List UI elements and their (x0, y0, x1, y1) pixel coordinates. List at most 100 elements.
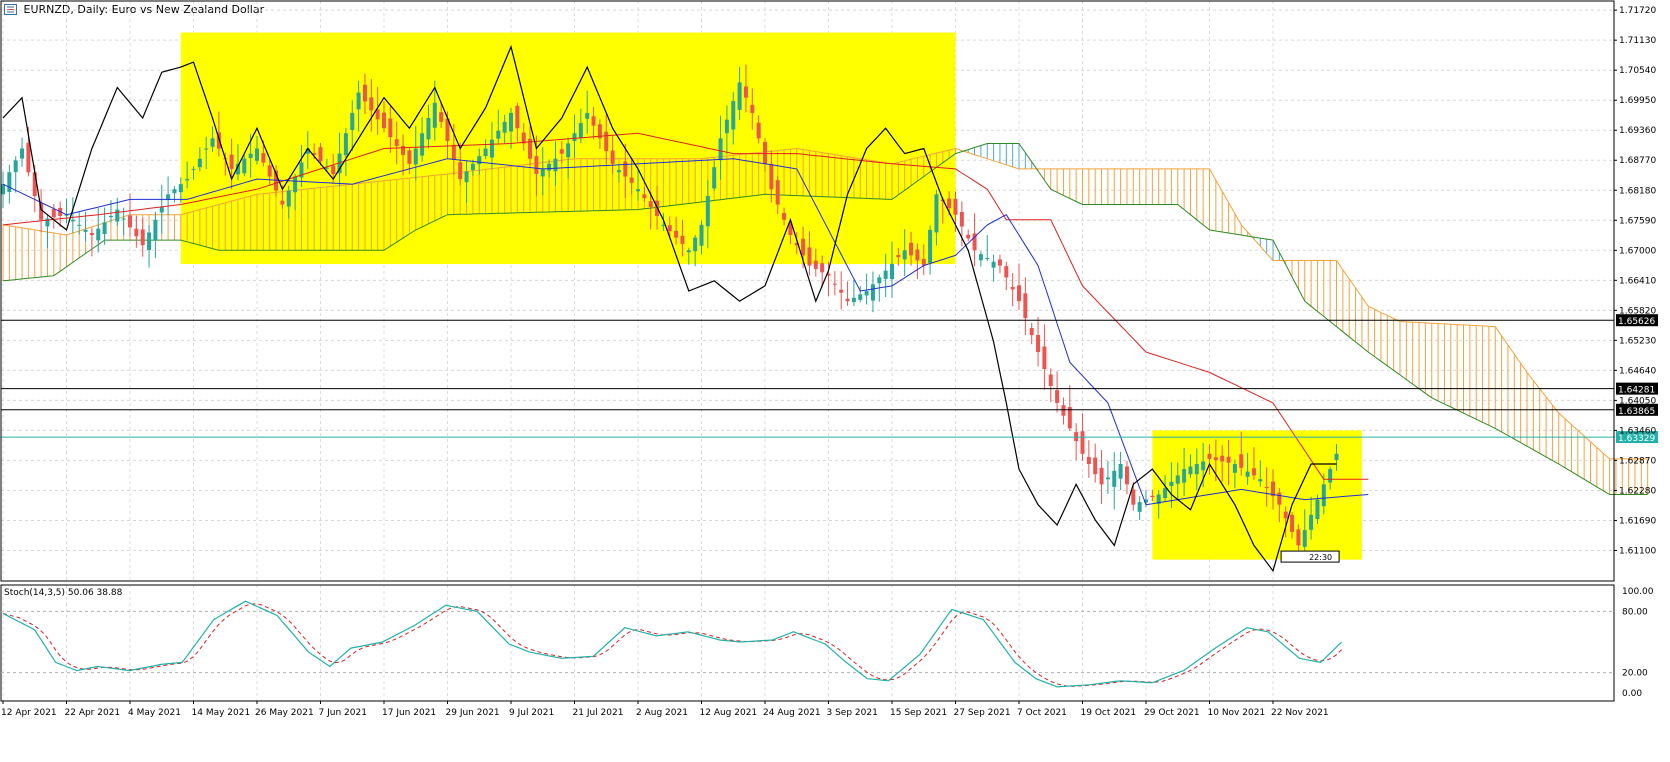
candle-body (1201, 461, 1206, 471)
candle-body (566, 143, 571, 158)
candle-body (870, 284, 875, 301)
candle-body (1131, 489, 1136, 505)
candle-body (667, 225, 672, 232)
candle-body (1264, 486, 1269, 488)
date-tick-label: 29 Oct 2021 (1144, 708, 1200, 718)
date-tick-label: 27 Sep 2021 (954, 708, 1011, 718)
candle-body (369, 97, 374, 111)
candle-body (1042, 346, 1047, 370)
candle-body (280, 200, 285, 205)
stoch-tick-label: 0.00 (1622, 689, 1642, 699)
candle-body (267, 165, 272, 177)
date-tick-label: 26 May 2021 (255, 708, 314, 718)
candle-body (1137, 502, 1142, 512)
candle-body (134, 228, 139, 237)
candle-body (991, 261, 996, 268)
candle-body (699, 224, 704, 246)
candle-body (382, 112, 386, 129)
candle-body (953, 198, 958, 215)
candle-body (680, 235, 685, 244)
candle-body (1245, 471, 1250, 477)
candle-body (210, 138, 215, 147)
candle-body (750, 104, 755, 113)
price-tick-label: 1.71130 (1619, 36, 1656, 46)
date-tick-label: 24 Aug 2021 (763, 708, 821, 718)
price-tick-label: 1.68770 (1619, 156, 1656, 166)
date-tick-label: 19 Oct 2021 (1081, 708, 1137, 718)
candle-body (1061, 405, 1066, 416)
candle-body (572, 133, 577, 142)
candle-body (1334, 453, 1339, 461)
date-tick-label: 7 Oct 2021 (1017, 708, 1067, 718)
candle-body (197, 158, 202, 168)
stoch-main-line (2, 600, 1343, 688)
candle-body (623, 161, 628, 177)
date-tick-label: 17 Jun 2021 (382, 708, 436, 718)
price-tick-label: 1.69360 (1619, 126, 1656, 136)
candle-body (547, 163, 552, 171)
candle-body (153, 219, 158, 240)
countdown-label: 22:30 (1309, 553, 1332, 562)
price-tick-label: 1.61690 (1619, 516, 1656, 526)
candle-body (1328, 469, 1333, 483)
price-label: 1.63865 (1618, 407, 1655, 417)
candle-body (413, 148, 418, 165)
candle-body (121, 218, 126, 220)
price-tick-label: 1.68180 (1619, 186, 1656, 196)
candle-body (1251, 468, 1256, 476)
candle-body (509, 112, 513, 132)
stoch-tick-label: 80.00 (1622, 607, 1648, 617)
candle-body (13, 160, 18, 173)
candle-body (477, 156, 482, 165)
candle-body (1296, 529, 1301, 546)
candle-body (966, 234, 971, 239)
candle-body (801, 238, 806, 256)
price-tick-label: 1.61100 (1619, 546, 1656, 556)
candle-body (255, 148, 259, 161)
candle-body (191, 168, 196, 170)
stoch-tick-label: 100.00 (1622, 587, 1654, 597)
candle-body (159, 207, 164, 213)
candle-body (997, 259, 1002, 266)
candle-body (890, 263, 894, 280)
candle-body (1055, 390, 1060, 403)
candle-body (1277, 492, 1282, 505)
candle-body (489, 139, 494, 158)
candle-body (483, 148, 488, 156)
date-tick-label: 22 Nov 2021 (1271, 708, 1329, 718)
candle-body (839, 289, 844, 293)
candle-body (261, 153, 266, 163)
candle-body (851, 297, 856, 303)
candle-body (293, 176, 298, 193)
candle-body (978, 254, 983, 261)
candle-body (1232, 463, 1237, 473)
price-chart[interactable]: 1.656261.642811.638651.633291.717201.711… (0, 0, 1670, 762)
candle-body (763, 141, 767, 164)
candle-body (1226, 456, 1231, 463)
candle-body (712, 167, 717, 189)
price-tick-label: 1.64050 (1619, 396, 1656, 406)
stoch-signal-line (2, 603, 1343, 687)
candle-body (1175, 475, 1180, 484)
candle-body (51, 208, 56, 218)
candle-body (470, 163, 475, 171)
candle-body (7, 172, 12, 192)
candle-body (362, 84, 367, 102)
candle-body (731, 101, 736, 130)
price-tick-label: 1.69950 (1619, 96, 1656, 106)
date-tick-label: 22 Apr 2021 (65, 708, 121, 718)
candle-body (1099, 467, 1104, 485)
candle-body (1029, 328, 1034, 336)
candle-body (1118, 463, 1123, 479)
candle-body (902, 250, 907, 260)
candle-body (350, 112, 355, 130)
date-tick-label: 12 Aug 2021 (700, 708, 758, 718)
date-tick-label: 2 Aug 2021 (636, 708, 688, 718)
candle-body (1048, 374, 1053, 386)
candle-body (1188, 466, 1193, 475)
date-tick-label: 3 Sep 2021 (827, 708, 878, 718)
candle-body (743, 86, 748, 98)
candle-body (1150, 495, 1155, 498)
candle-body (178, 184, 183, 193)
candle-body (1010, 287, 1015, 290)
